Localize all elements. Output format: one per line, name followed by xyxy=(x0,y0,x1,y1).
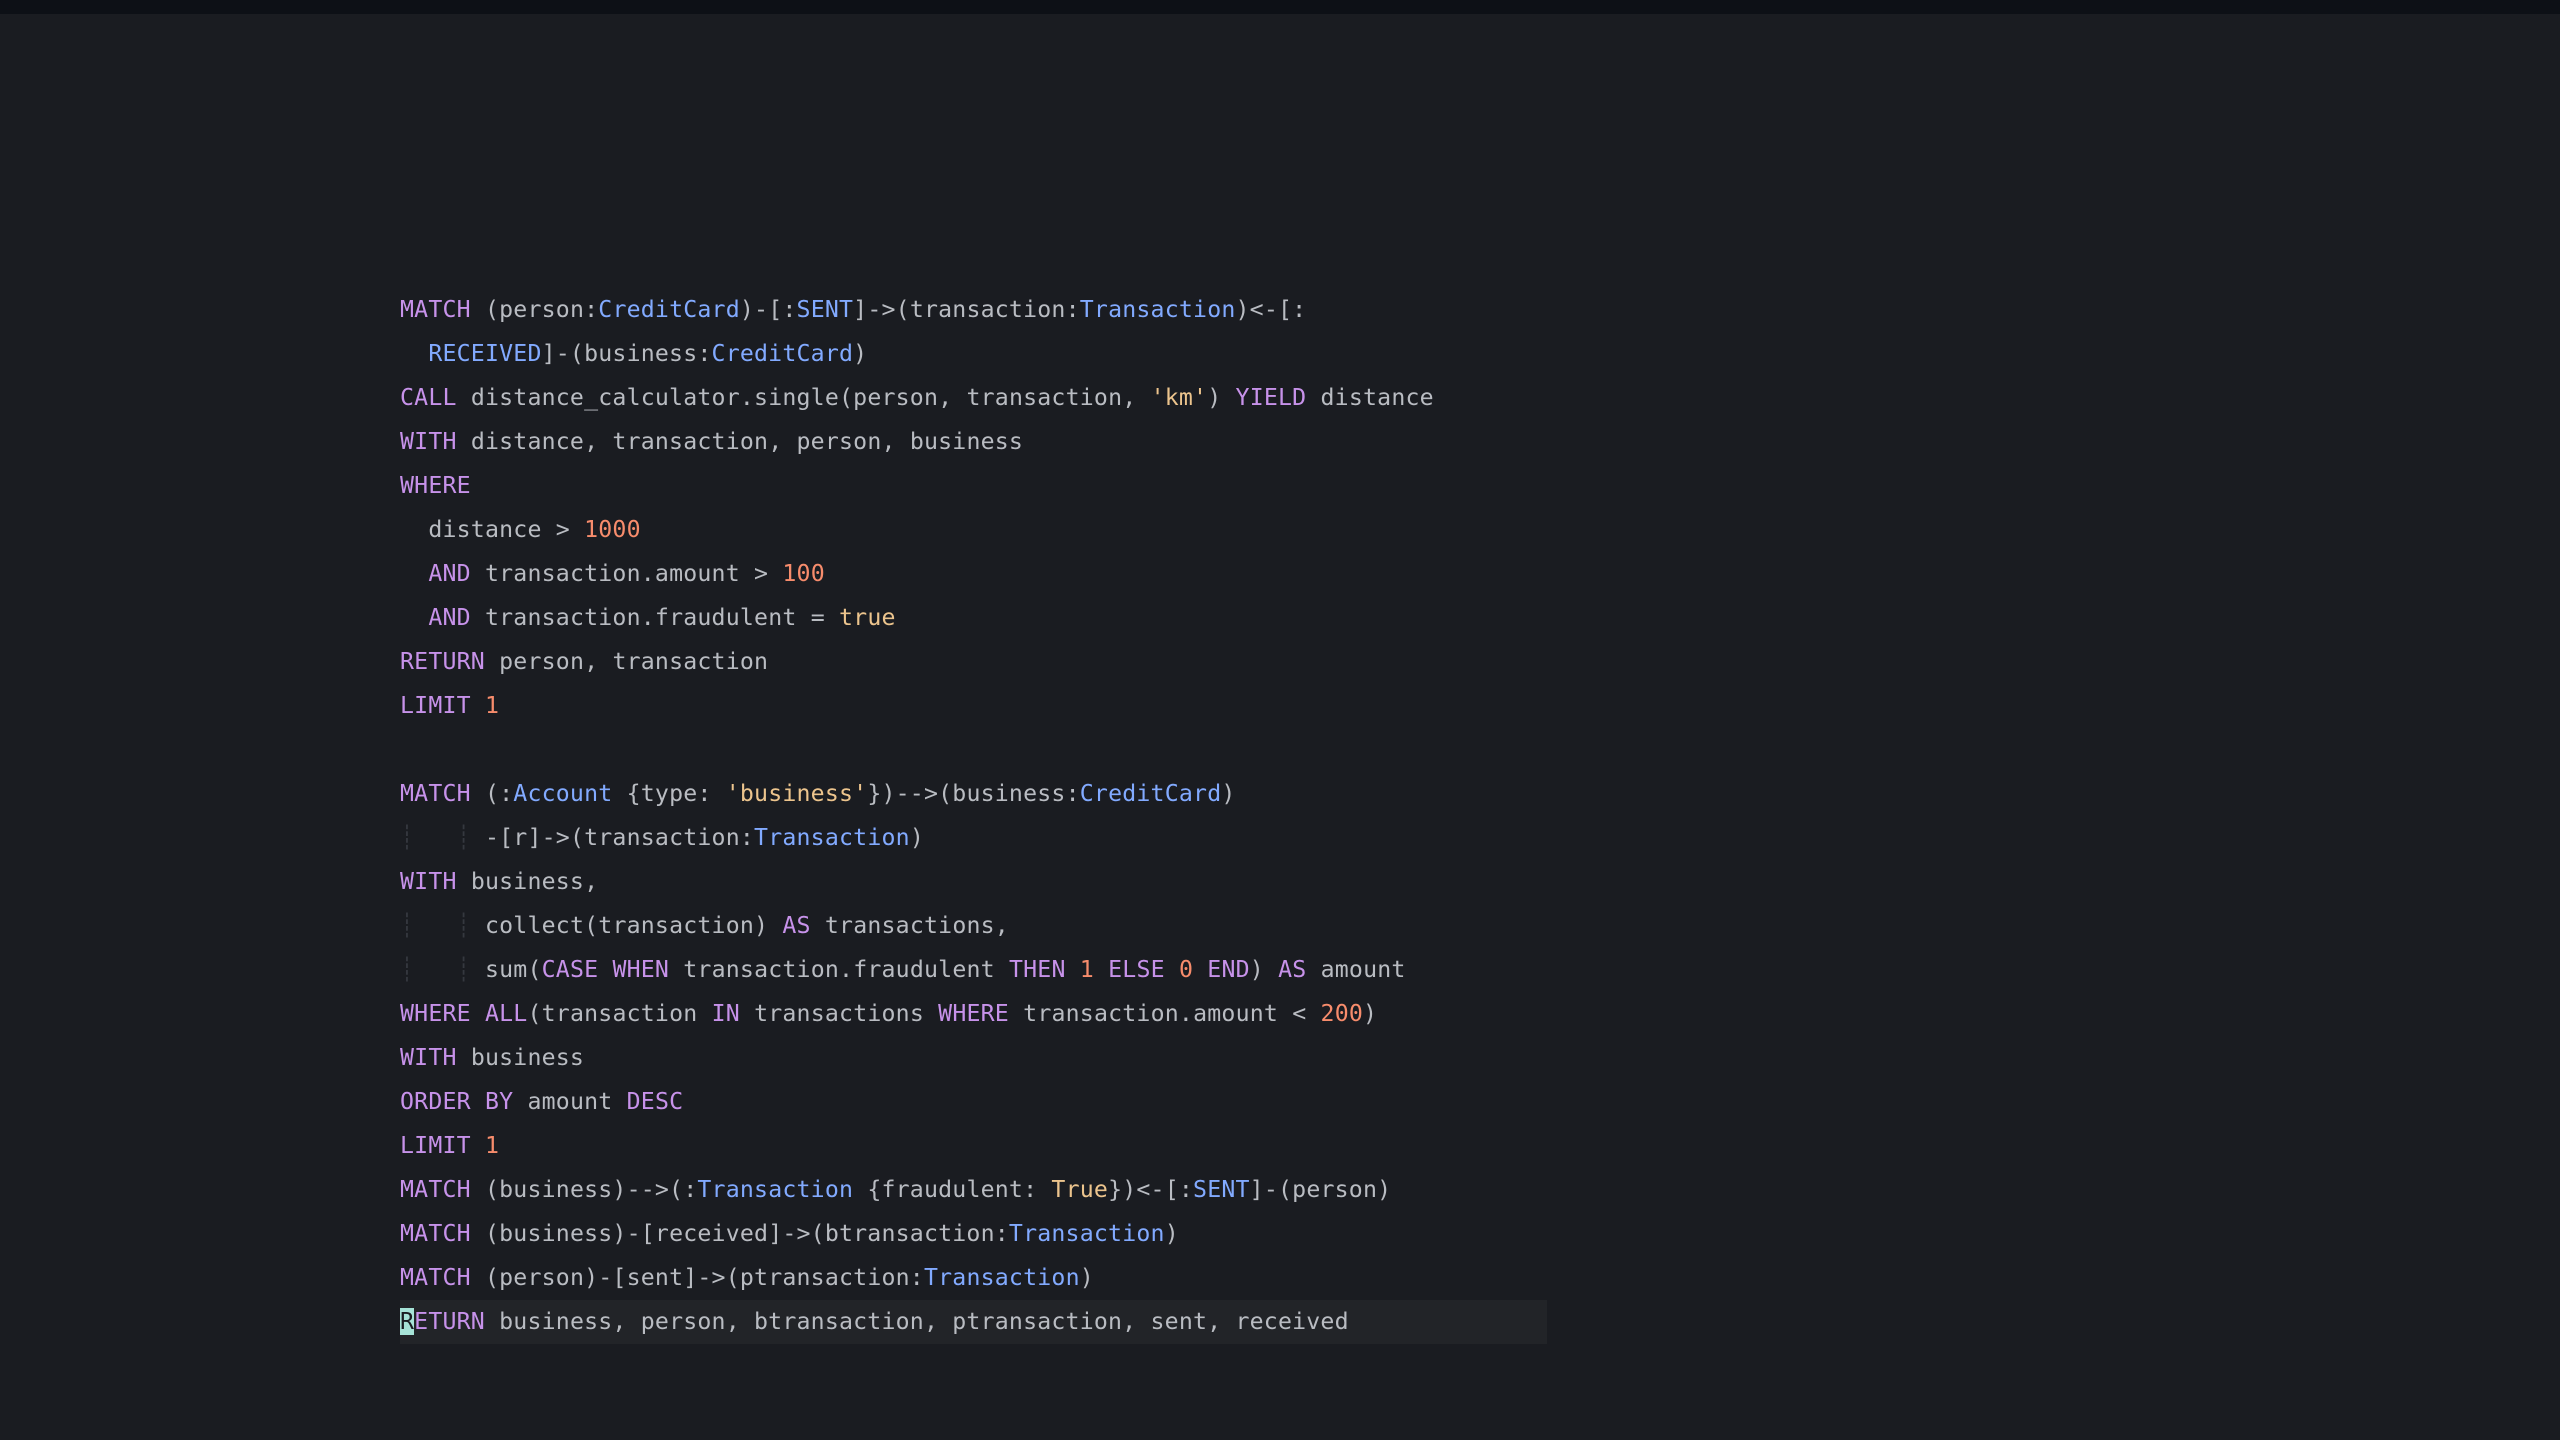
code-line: MATCH (:Account {type: 'business'})-->(b… xyxy=(400,780,1236,807)
code-line: RECEIVED]-(business:CreditCard) xyxy=(400,340,867,367)
title-bar xyxy=(0,0,2560,14)
code-line: AND transaction.fraudulent = true xyxy=(400,604,896,631)
code-editor[interactable]: MATCH (person:CreditCard)-[:SENT]->(tran… xyxy=(0,14,2560,1344)
code-line: AND transaction.amount > 100 xyxy=(400,560,825,587)
code-line: MATCH (person:CreditCard)-[:SENT]->(tran… xyxy=(400,296,1306,323)
code-line: distance > 1000 xyxy=(400,516,641,543)
current-line: RETURN business, person, btransaction, p… xyxy=(400,1300,1547,1344)
code-line: MATCH (business)-->(:Transaction {fraudu… xyxy=(400,1176,1391,1203)
code-line: ORDER BY amount DESC xyxy=(400,1088,683,1115)
keyword-match: MATCH xyxy=(400,296,471,323)
code-line: CALL distance_calculator.single(person, … xyxy=(400,384,1434,411)
code-line: WITH business, xyxy=(400,868,598,895)
code-line: WHERE ALL(transaction IN transactions WH… xyxy=(400,1000,1377,1027)
code-line: LIMIT 1 xyxy=(400,1132,499,1159)
cursor: R xyxy=(400,1308,414,1335)
code-line: WHERE xyxy=(400,472,471,499)
code-line: ┊ ┊ sum(CASE WHEN transaction.fraudulent… xyxy=(400,956,1406,983)
code-line: MATCH (person)-[sent]->(ptransaction:Tra… xyxy=(400,1264,1094,1291)
code-line: MATCH (business)-[received]->(btransacti… xyxy=(400,1220,1179,1247)
code-line: RETURN person, transaction xyxy=(400,648,768,675)
code-line: ┊ ┊ collect(transaction) AS transactions… xyxy=(400,912,1009,939)
code-line: ┊ ┊ -[r]->(transaction:Transaction) xyxy=(400,824,924,851)
code-line: WITH business xyxy=(400,1044,584,1071)
code-line: WITH distance, transaction, person, busi… xyxy=(400,428,1023,455)
code-line xyxy=(400,736,414,763)
code-line: LIMIT 1 xyxy=(400,692,499,719)
